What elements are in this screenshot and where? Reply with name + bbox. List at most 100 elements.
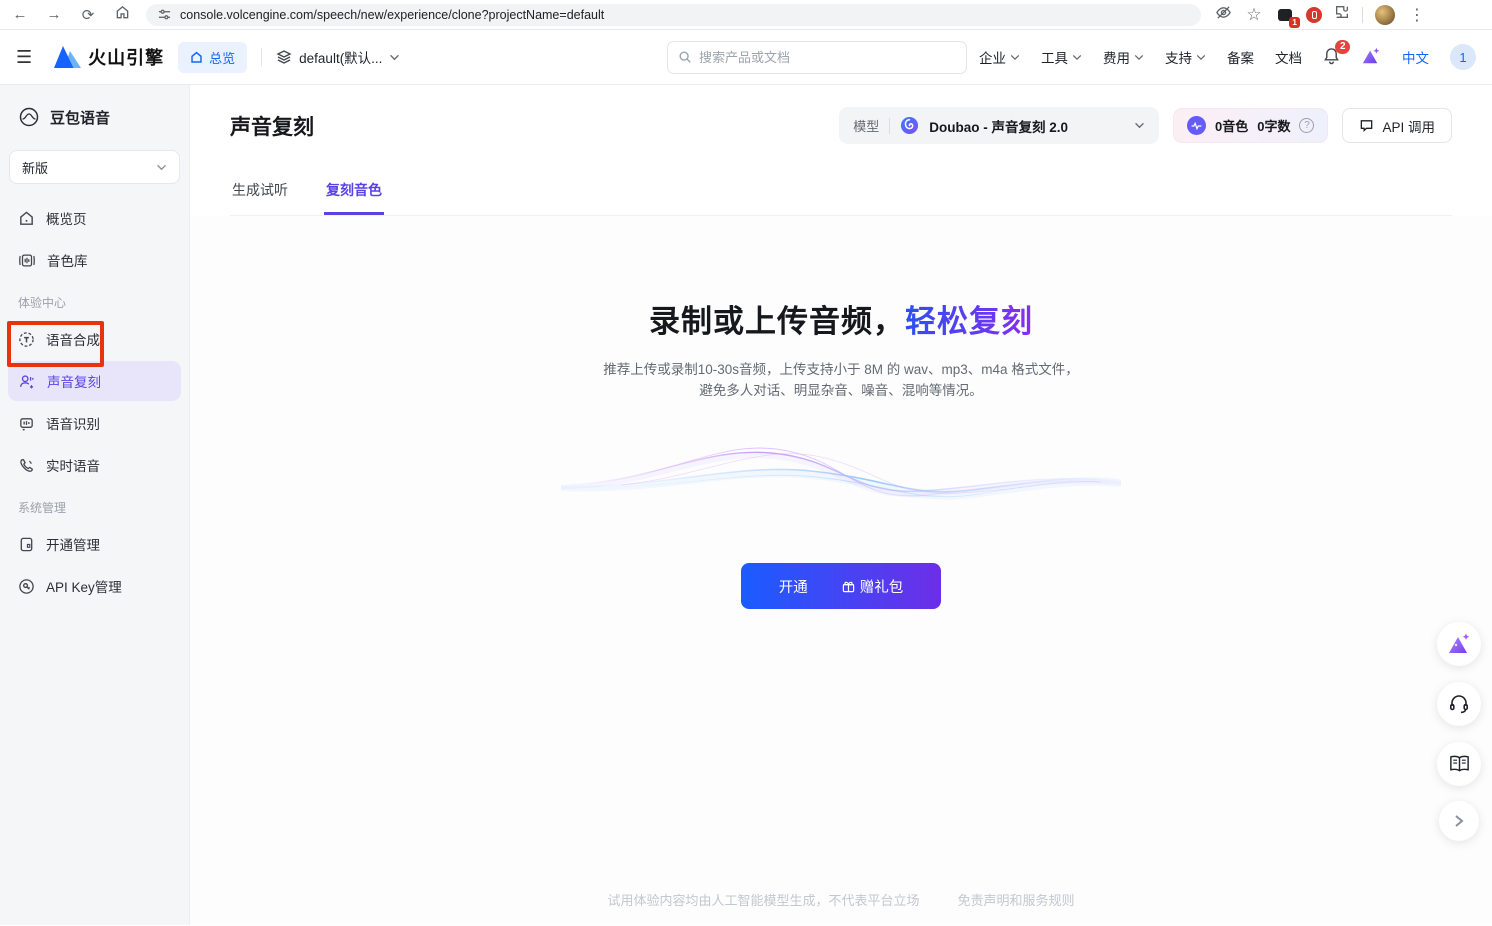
chevron-down-icon [1072,54,1082,61]
sidebar-item-activation[interactable]: 开通管理 [8,524,181,564]
chevron-down-icon [156,164,167,171]
tab-generate-preview[interactable]: 生成试听 [230,170,290,215]
browser-forward-icon[interactable]: → [44,6,64,23]
sidebar-item-label: 语音识别 [46,413,100,433]
home-icon [190,51,203,64]
browser-home-icon[interactable] [112,5,132,24]
link-docs[interactable]: 文档 [1275,47,1302,67]
gift-icon [842,580,855,593]
home-icon [18,210,35,227]
api-call-button[interactable]: API 调用 [1342,108,1452,143]
notification-bell-icon[interactable]: 2 [1323,47,1340,68]
realtime-voice-icon [18,457,35,474]
float-docs-button[interactable] [1437,742,1481,786]
help-icon[interactable]: ? [1299,118,1314,133]
product-title: 豆包语音 [50,107,110,128]
sidebar-item-label: 实时语音 [46,455,100,475]
console-navbar: ☰ 火山引擎 总览 default(默认... 企业 工具 费用 [0,30,1492,85]
menu-tools-label: 工具 [1041,47,1068,67]
search-icon [678,50,692,64]
volcengine-logo-icon [54,46,81,68]
sidebar-item-label: 开通管理 [46,534,100,554]
menu-billing[interactable]: 费用 [1103,47,1144,67]
usage-badge: 0音色 0字数 ? [1173,108,1328,143]
sidebar-item-voice-clone[interactable]: 声音复刻 [8,361,181,401]
browser-back-icon[interactable]: ← [10,6,30,23]
tts-icon [18,331,35,348]
sidebar-section-experience: 体验中心 [0,282,189,317]
sidebar-item-asr[interactable]: 语音识别 [8,403,181,443]
open-book-icon [1448,754,1471,774]
menu-enterprise-label: 企业 [979,47,1006,67]
chevron-down-icon [1196,54,1206,61]
link-beian[interactable]: 备案 [1227,47,1254,67]
float-support-button[interactable] [1437,682,1481,726]
float-ai-assistant-button[interactable] [1437,622,1481,666]
volcano-ai-icon [1446,632,1472,656]
sidebar-item-apikey[interactable]: API Key管理 [8,566,181,606]
activation-icon [18,536,35,553]
sidebar-item-tts[interactable]: 语音合成 [8,319,181,359]
chevron-down-icon [389,54,400,61]
hide-eye-icon[interactable] [1215,4,1232,26]
browser-toolbar-right: ☆ 1 ⋮ [1215,4,1427,26]
ai-assistant-icon[interactable] [1361,47,1381,68]
voice-clone-icon [18,373,36,390]
header-controls: 模型 Doubao - 声音复刻 2.0 0音色 0字数 ? [839,107,1452,144]
doubao-voice-icon [18,106,40,128]
menu-support[interactable]: 支持 [1165,47,1206,67]
float-collapse-button[interactable] [1439,801,1479,841]
bookmark-star-icon[interactable]: ☆ [1244,5,1264,25]
hero-title-plain: 录制或上传音频， [649,304,905,339]
page-title: 声音复刻 [230,111,314,141]
user-avatar[interactable]: 1 [1450,44,1476,70]
tab-clone-voice[interactable]: 复刻音色 [324,170,384,215]
site-settings-icon[interactable] [158,8,171,21]
hero-description: 推荐上传或录制10-30s音频，上传支持小于 8M 的 wav、mp3、m4a … [190,359,1492,401]
sidebar: 豆包语音 新版 概览页 音色库 体验中心 语音合成 声音复刻 语音识别 [0,85,190,925]
layers-icon [276,49,292,65]
footer-terms-link[interactable]: 免责声明和服务规则 [958,893,1075,908]
url-bar[interactable]: console.volcengine.com/speech/new/experi… [146,4,1201,26]
extension-icon-1[interactable]: 1 [1276,6,1294,24]
sidebar-item-overview[interactable]: 概览页 [8,198,181,238]
search-box [667,41,967,74]
chevron-down-icon [1134,122,1145,129]
browser-profile-avatar[interactable] [1375,5,1395,25]
extension-glyph [1312,11,1317,19]
api-chat-icon [1359,118,1374,133]
sidebar-item-realtime[interactable]: 实时语音 [8,445,181,485]
divider [889,118,890,134]
language-switch[interactable]: 中文 [1402,47,1429,67]
extension-icon-2[interactable] [1306,7,1322,23]
menu-tools[interactable]: 工具 [1041,47,1082,67]
hero-title: 录制或上传音频，轻松复刻 [190,296,1492,341]
usage-voices: 0音色 [1215,116,1248,135]
model-selector[interactable]: 模型 Doubao - 声音复刻 2.0 [839,107,1159,144]
divider [1362,7,1363,23]
browser-reload-icon[interactable]: ⟳ [78,6,98,24]
main-content: 声音复刻 模型 Doubao - 声音复刻 2.0 0音色 [190,85,1492,925]
hero-section: 录制或上传音频，轻松复刻 推荐上传或录制10-30s音频，上传支持小于 8M 的… [190,216,1492,609]
sidebar-item-voice-library[interactable]: 音色库 [8,240,181,280]
menu-support-label: 支持 [1165,47,1192,67]
chevron-right-icon [1454,814,1464,828]
hamburger-menu-icon[interactable]: ☰ [16,47,32,68]
search-input[interactable] [699,50,929,65]
project-name: default(默认... [299,47,382,67]
extensions-puzzle-icon[interactable] [1334,4,1350,25]
overview-button[interactable]: 总览 [178,42,247,73]
volcengine-logo[interactable]: 火山引擎 [54,44,164,70]
divider [261,48,262,66]
usage-chars: 0字数 [1257,116,1290,135]
browser-chrome: ← → ⟳ console.volcengine.com/speech/new/… [0,0,1492,30]
main-header: 声音复刻 模型 Doubao - 声音复刻 2.0 0音色 [190,85,1492,216]
project-selector[interactable]: default(默认... [276,47,400,67]
gift-label: 赠礼包 [860,576,904,597]
activate-label: 开通 [779,576,808,597]
menu-enterprise[interactable]: 企业 [979,47,1020,67]
activate-button[interactable]: 开通 赠礼包 [741,563,941,609]
version-selector[interactable]: 新版 [9,150,180,184]
browser-menu-icon[interactable]: ⋮ [1407,5,1427,25]
chevron-down-icon [1010,54,1020,61]
